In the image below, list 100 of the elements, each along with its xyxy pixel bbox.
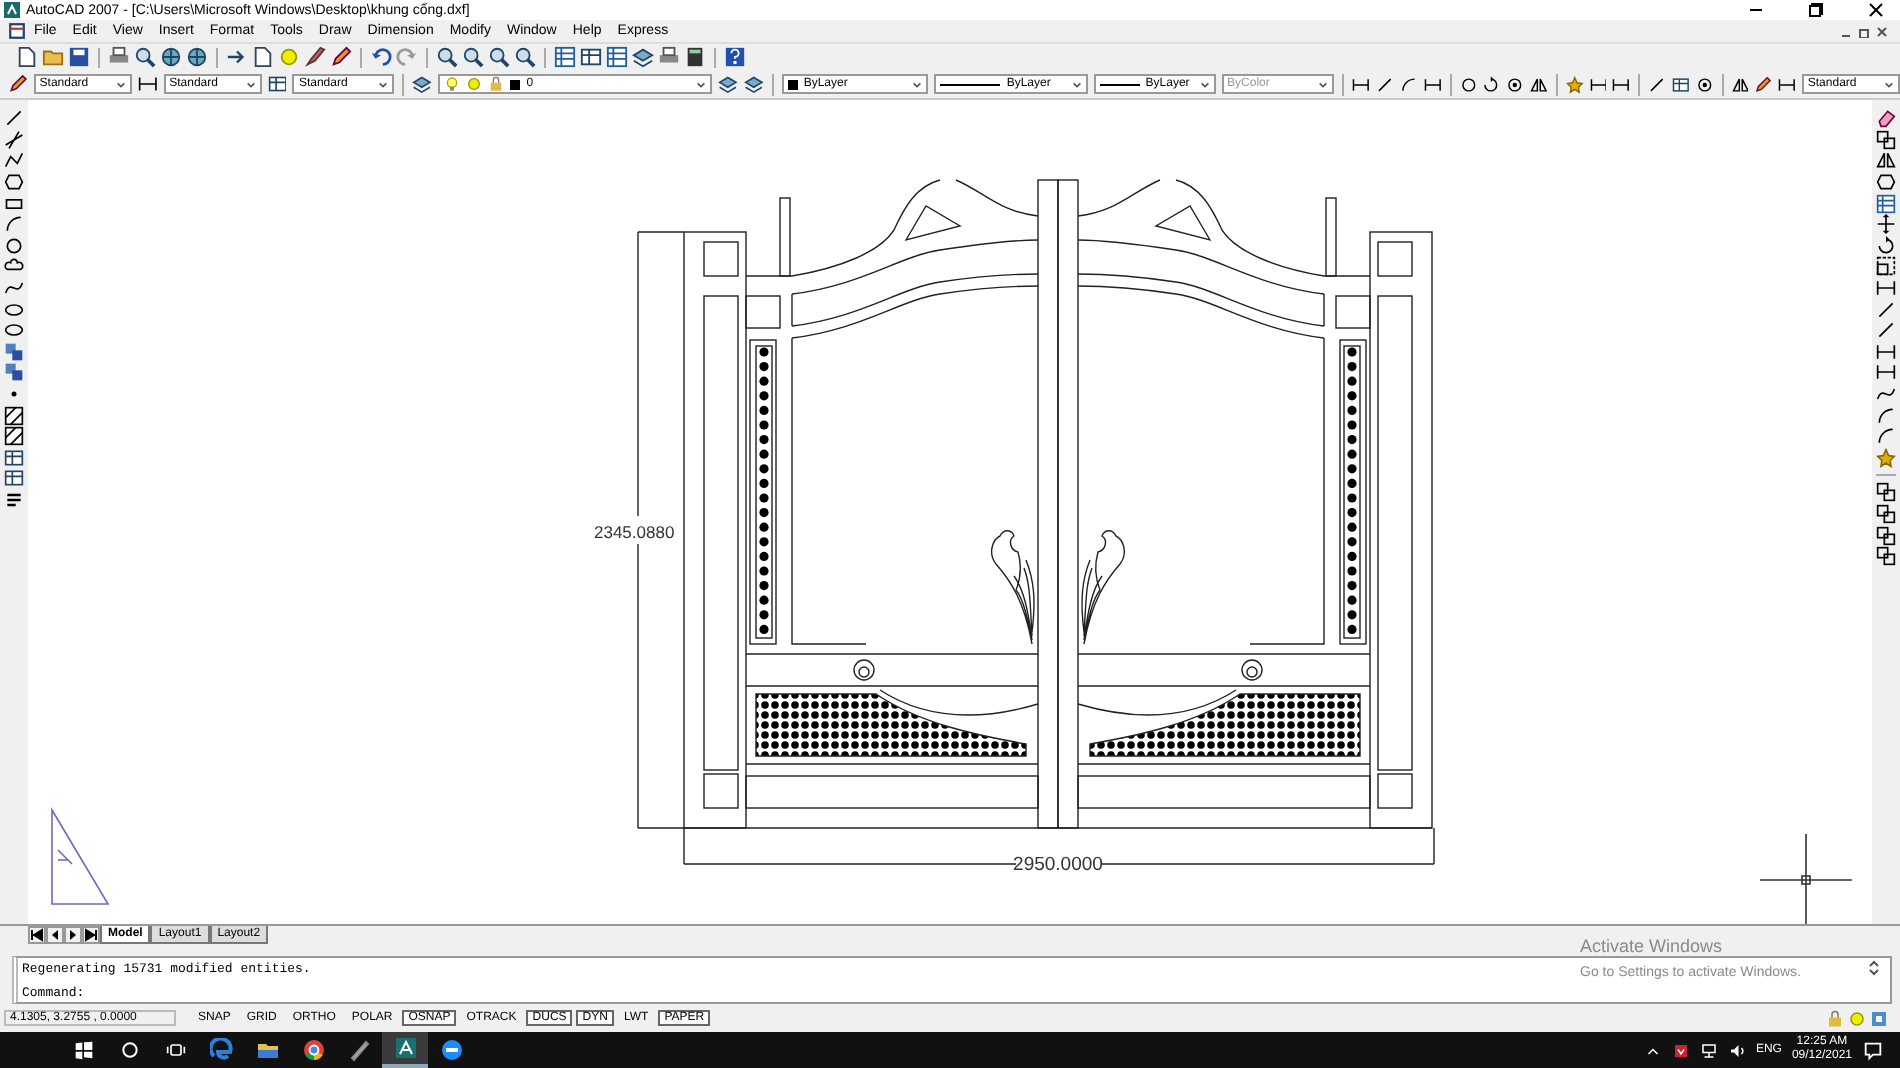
line-icon[interactable]: [1648, 75, 1666, 93]
hatch-icon[interactable]: [4, 405, 24, 426]
search-icon[interactable]: [119, 1040, 139, 1060]
magnifier-icon[interactable]: [514, 46, 536, 68]
caret-icon[interactable]: [912, 80, 923, 90]
layers-icon[interactable]: [744, 74, 764, 94]
circle-icon[interactable]: [4, 235, 24, 256]
block-icon[interactable]: [4, 341, 24, 362]
swirl-logo-icon[interactable]: [209, 1038, 233, 1062]
star-icon[interactable]: [1565, 75, 1584, 93]
document-icon[interactable]: [8, 22, 26, 40]
hexagon-icon[interactable]: [1876, 172, 1896, 193]
caret-icon[interactable]: [696, 80, 707, 90]
dimension-icon[interactable]: [137, 74, 158, 94]
dimension-icon[interactable]: [1589, 75, 1607, 93]
mirrored-triangles-icon[interactable]: [1731, 75, 1749, 93]
scroll-arrows-icon[interactable]: [1868, 960, 1880, 976]
table-icon[interactable]: [4, 468, 24, 489]
curve-icon[interactable]: [4, 278, 24, 299]
lock-icon[interactable]: [1826, 1009, 1844, 1027]
caret-icon[interactable]: [378, 80, 389, 90]
table-icon[interactable]: [580, 46, 602, 68]
two-squares-icon[interactable]: [1876, 482, 1896, 503]
eraser-icon[interactable]: [1876, 108, 1896, 129]
dimension-icon[interactable]: [1352, 75, 1371, 93]
target-icon[interactable]: [1695, 75, 1714, 93]
windows-logo-icon[interactable]: [73, 1040, 93, 1060]
magnifier-icon[interactable]: [488, 46, 510, 68]
shield-icon[interactable]: [1671, 1041, 1690, 1059]
two-squares-icon[interactable]: [1876, 129, 1896, 150]
dimension-icon[interactable]: [1778, 75, 1796, 93]
line-icon[interactable]: [4, 108, 24, 129]
table-icon[interactable]: [1671, 75, 1690, 93]
speaker-icon[interactable]: [1727, 1041, 1746, 1059]
pen-icon[interactable]: [347, 1038, 371, 1062]
dimension-icon[interactable]: [1423, 75, 1442, 93]
hexagon-icon[interactable]: [4, 172, 24, 193]
globe-icon[interactable]: [160, 46, 182, 68]
round-logo-icon[interactable]: [301, 1038, 325, 1062]
caret-icon[interactable]: [245, 80, 256, 90]
hatch-icon[interactable]: [4, 426, 24, 447]
line-icon[interactable]: [1876, 320, 1896, 341]
grid-icon[interactable]: [606, 46, 628, 68]
grid-icon[interactable]: [554, 46, 576, 68]
star-icon[interactable]: [1876, 447, 1896, 468]
polyline-icon[interactable]: [4, 150, 24, 171]
restore-icon[interactable]: [1808, 2, 1824, 18]
layers-icon[interactable]: [718, 74, 739, 94]
caret-icon[interactable]: [1199, 80, 1210, 90]
layers-icon[interactable]: [412, 74, 433, 94]
two-squares-icon[interactable]: [1876, 525, 1896, 546]
target-icon[interactable]: [1506, 75, 1524, 93]
magnifier-icon[interactable]: [134, 46, 156, 68]
close-icon[interactable]: [1876, 25, 1888, 37]
dimension-icon[interactable]: [1876, 341, 1896, 362]
caret-icon[interactable]: [115, 80, 126, 90]
scale-icon[interactable]: [1876, 256, 1896, 277]
globe-icon[interactable]: [186, 46, 208, 68]
chat-bubble-icon[interactable]: [439, 1038, 463, 1062]
move-arrows-icon[interactable]: [1876, 214, 1896, 235]
app-tile-icon[interactable]: [393, 1036, 417, 1060]
mirrored-triangles-icon[interactable]: [1876, 150, 1896, 171]
printer-icon[interactable]: [658, 46, 680, 68]
calculator-icon[interactable]: [684, 46, 706, 68]
close-icon[interactable]: [1868, 2, 1884, 18]
taskbar-app[interactable]: [382, 1032, 428, 1068]
two-squares-icon[interactable]: [1876, 503, 1896, 524]
arc-icon[interactable]: [1876, 426, 1896, 447]
task-view-icon[interactable]: [165, 1040, 185, 1060]
sun-icon[interactable]: [1848, 1009, 1866, 1027]
arc-icon[interactable]: [4, 214, 24, 235]
mirrored-triangles-icon[interactable]: [1529, 75, 1548, 93]
magnifier-icon[interactable]: [462, 46, 484, 68]
crossed-lines-icon[interactable]: [4, 129, 24, 150]
two-squares-icon[interactable]: [1876, 546, 1896, 567]
undo-icon[interactable]: [370, 46, 392, 68]
line-icon[interactable]: [1876, 299, 1896, 320]
network-icon[interactable]: [1699, 1041, 1718, 1059]
rectangle-icon[interactable]: [4, 193, 24, 214]
arc-icon[interactable]: [1400, 75, 1418, 93]
folder-icon[interactable]: [255, 1038, 279, 1062]
magnifier-icon[interactable]: [436, 46, 458, 68]
circle-icon[interactable]: [1459, 75, 1477, 93]
grid-icon[interactable]: [1876, 193, 1896, 214]
arc-icon[interactable]: [1876, 405, 1896, 426]
pencil-icon[interactable]: [8, 74, 28, 94]
printer-icon[interactable]: [108, 46, 130, 68]
communication-center-icon[interactable]: [1870, 1009, 1888, 1027]
last-tab-icon[interactable]: [82, 926, 100, 944]
ellipse-icon[interactable]: [4, 320, 24, 341]
notification-icon[interactable]: [1862, 1039, 1884, 1061]
dimension-icon[interactable]: [1876, 278, 1896, 299]
layers-icon[interactable]: [632, 46, 654, 68]
text-lines-icon[interactable]: [4, 489, 24, 510]
pencil-icon[interactable]: [1754, 75, 1773, 93]
line-icon[interactable]: [1376, 75, 1394, 93]
first-tab-icon[interactable]: [28, 926, 46, 944]
table-icon[interactable]: [267, 74, 287, 94]
help-icon[interactable]: [724, 46, 746, 68]
restore-icon[interactable]: [1858, 25, 1870, 37]
